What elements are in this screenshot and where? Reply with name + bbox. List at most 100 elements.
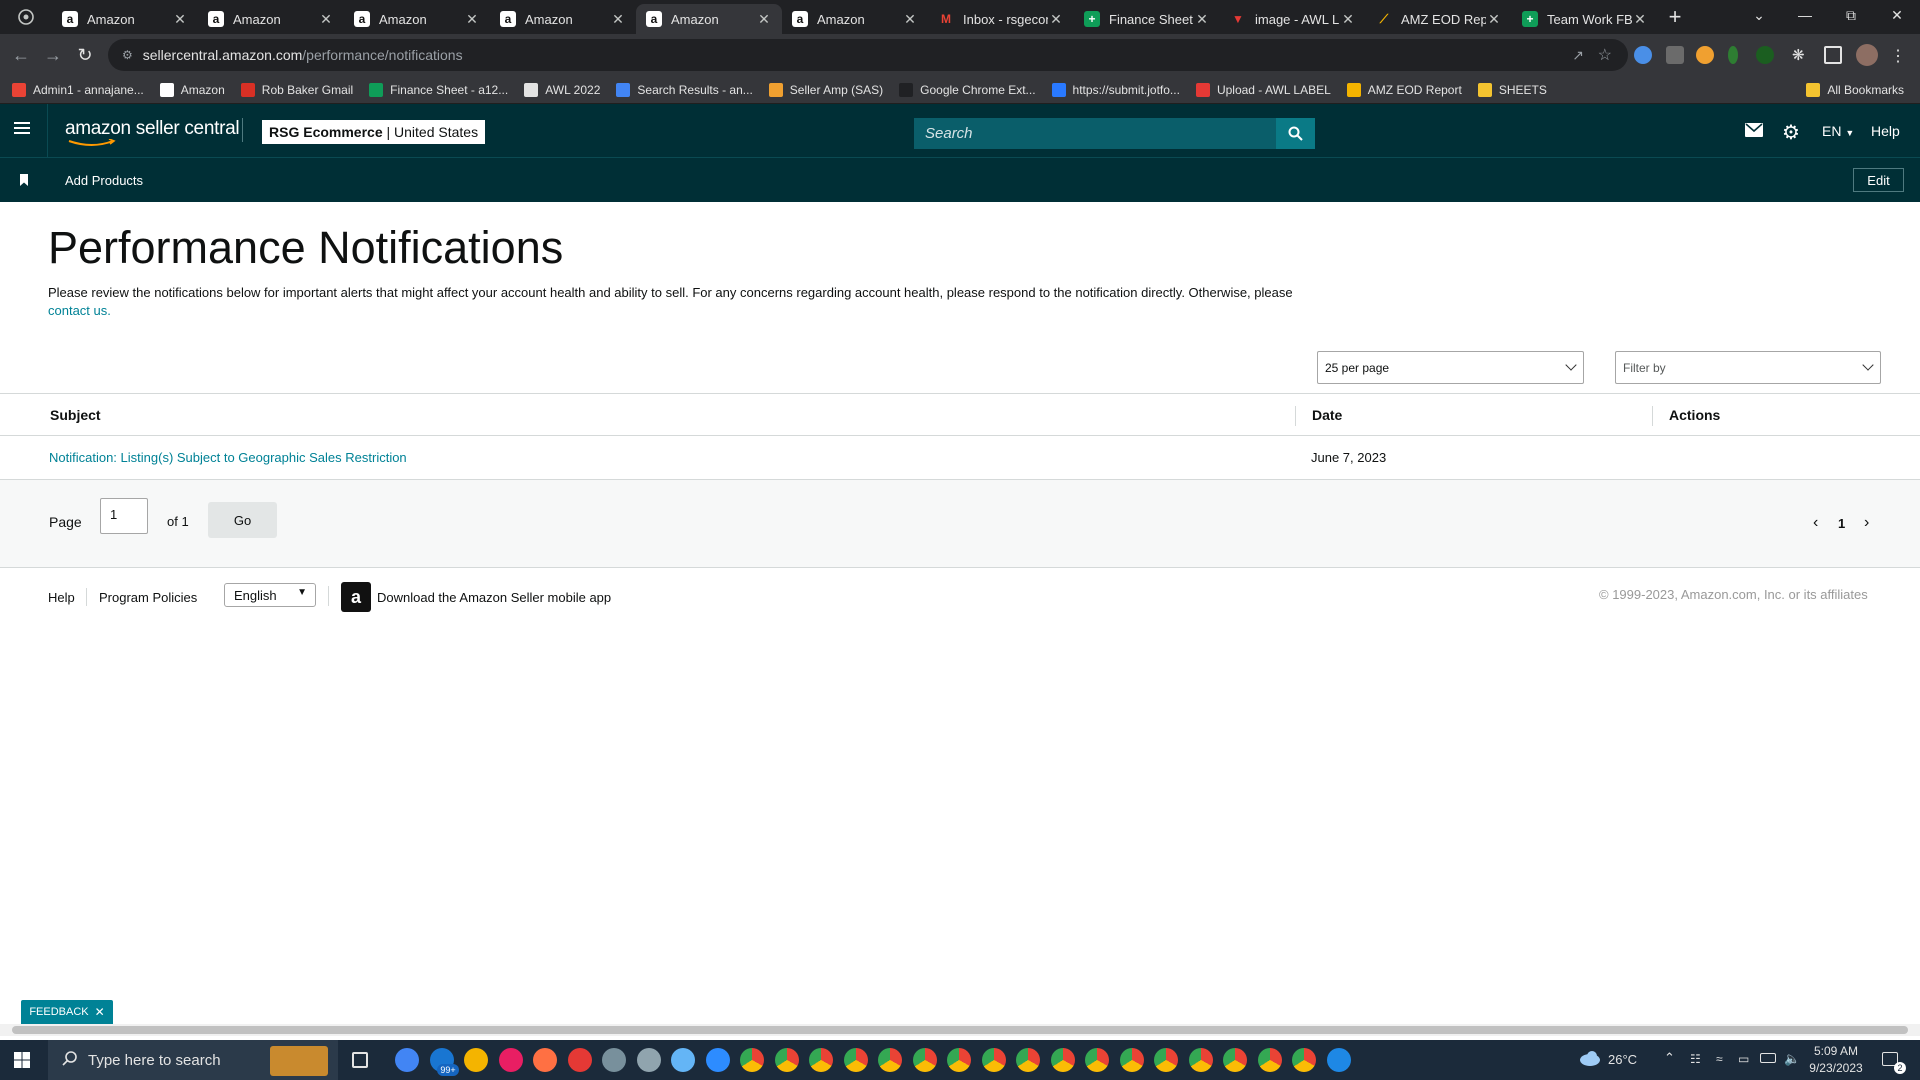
- scrollbar-thumb[interactable]: [12, 1026, 1908, 1034]
- close-tab-icon[interactable]: ✕: [1048, 11, 1064, 28]
- mail-icon[interactable]: [1745, 123, 1763, 140]
- back-arrow-icon[interactable]: ←: [8, 42, 34, 68]
- taskbar-app-icon[interactable]: [1050, 1048, 1075, 1072]
- seller-central-logo[interactable]: amazon seller central: [65, 118, 240, 146]
- bookmark-item[interactable]: Seller Amp (SAS): [768, 82, 883, 97]
- taskbar-app-icon[interactable]: [636, 1048, 661, 1072]
- taskbar-app-icon[interactable]: [1188, 1048, 1213, 1072]
- tab-list-chevron-icon[interactable]: ⌄: [1736, 0, 1782, 30]
- program-policies-link[interactable]: Program Policies: [99, 590, 197, 605]
- chevron-up-icon[interactable]: ⌃: [1664, 1050, 1675, 1066]
- taskbar-app-icon[interactable]: [464, 1048, 488, 1072]
- edit-button[interactable]: Edit: [1853, 168, 1904, 192]
- extension-icon[interactable]: [1634, 46, 1652, 64]
- extension-off-icon[interactable]: [1666, 46, 1684, 64]
- per-page-select[interactable]: 25 per page: [1317, 351, 1584, 384]
- browser-tab[interactable]: a Amazon ✕: [52, 4, 198, 34]
- windows-start-icon[interactable]: [14, 1052, 30, 1071]
- horizontal-scrollbar[interactable]: [0, 1024, 1920, 1036]
- extension-icon[interactable]: [1696, 46, 1714, 64]
- taskbar-app-icon[interactable]: [498, 1048, 523, 1072]
- taskbar-app-icon[interactable]: [705, 1048, 730, 1072]
- browser-tab[interactable]: ⟋ AMZ EOD Rep ✕: [1366, 4, 1512, 34]
- browser-tab[interactable]: a Amazon ✕: [344, 4, 490, 34]
- browser-tab[interactable]: M Inbox - rsgecon ✕: [928, 4, 1074, 34]
- browser-tab[interactable]: + Finance Sheet ✕: [1074, 4, 1220, 34]
- taskbar-app-icon[interactable]: [774, 1048, 799, 1072]
- page-number-input[interactable]: 1: [100, 498, 148, 534]
- hamburger-menu-icon[interactable]: [14, 120, 32, 139]
- bookmark-star-icon[interactable]: ☆: [1598, 45, 1612, 65]
- bookmark-icon[interactable]: [19, 174, 29, 189]
- help-link[interactable]: Help: [1871, 123, 1900, 139]
- notification-subject-link[interactable]: Notification: Listing(s) Subject to Geog…: [49, 450, 407, 465]
- browser-tab[interactable]: ▼ image - AWL L ✕: [1220, 4, 1366, 34]
- side-panel-icon[interactable]: [1824, 46, 1842, 64]
- kebab-menu-icon[interactable]: ⋮: [1890, 46, 1908, 65]
- restore-button[interactable]: ⧉: [1828, 0, 1874, 30]
- bookmark-item[interactable]: SHEETS: [1477, 82, 1547, 97]
- taskbar-app-icon[interactable]: [947, 1048, 971, 1072]
- minimize-button[interactable]: —: [1782, 0, 1828, 30]
- filter-by-select[interactable]: Filter by: [1615, 351, 1881, 384]
- go-button[interactable]: Go: [208, 502, 277, 538]
- close-tab-icon[interactable]: ✕: [610, 11, 626, 28]
- new-tab-button[interactable]: +: [1658, 0, 1692, 34]
- bookmark-item[interactable]: Search Results - an...: [616, 82, 753, 97]
- taskbar-app-icon[interactable]: [1292, 1048, 1316, 1072]
- taskbar-search-input[interactable]: Type here to search: [48, 1040, 338, 1080]
- taskbar-app-icon[interactable]: [878, 1048, 902, 1072]
- display-icon[interactable]: ▭: [1738, 1052, 1749, 1066]
- taskbar-app-icon[interactable]: [740, 1048, 764, 1072]
- download-app-link[interactable]: Download the Amazon Seller mobile app: [377, 590, 611, 605]
- close-tab-icon[interactable]: ✕: [756, 11, 772, 28]
- taskbar-app-icon[interactable]: [602, 1048, 626, 1072]
- taskbar-app-icon[interactable]: [395, 1048, 419, 1072]
- extension-icon[interactable]: [1728, 46, 1738, 64]
- search-input[interactable]: Search: [914, 118, 1276, 149]
- footer-help-link[interactable]: Help: [48, 590, 75, 605]
- browser-tab[interactable]: + Team Work FBA ✕: [1512, 4, 1658, 34]
- browser-tab[interactable]: a Amazon ✕: [636, 4, 782, 34]
- bookmark-item[interactable]: Finance Sheet - a12...: [369, 82, 508, 97]
- taskbar-app-icon[interactable]: [1223, 1048, 1247, 1072]
- weather-cloud-icon[interactable]: [1578, 1050, 1602, 1069]
- close-tab-icon[interactable]: ✕: [318, 11, 334, 28]
- page-1-link[interactable]: 1: [1838, 516, 1845, 531]
- taskbar-app-icon[interactable]: [1119, 1048, 1144, 1072]
- account-switcher[interactable]: RSG Ecommerce | United States: [262, 120, 486, 144]
- taskbar-app-icon[interactable]: [1326, 1048, 1351, 1072]
- close-tab-icon[interactable]: ✕: [464, 11, 480, 28]
- close-tab-icon[interactable]: ✕: [1632, 11, 1648, 28]
- close-tab-icon[interactable]: ✕: [1486, 11, 1502, 28]
- profile-avatar[interactable]: [1856, 44, 1878, 66]
- language-selector[interactable]: EN ▼: [1822, 123, 1854, 139]
- settings-gear-icon[interactable]: ⚙: [1782, 120, 1800, 145]
- tune-icon[interactable]: ⚙: [122, 48, 133, 62]
- taskbar-app-icon[interactable]: [843, 1048, 868, 1072]
- contact-us-link[interactable]: contact us.: [48, 303, 111, 318]
- close-tab-icon[interactable]: ✕: [902, 11, 918, 28]
- close-tab-icon[interactable]: ✕: [172, 11, 188, 28]
- taskbar-app-icon[interactable]: [981, 1048, 1006, 1072]
- taskbar-app-icon[interactable]: [1154, 1048, 1178, 1072]
- extension-icon[interactable]: [1756, 46, 1774, 64]
- close-tab-icon[interactable]: ✕: [1340, 11, 1356, 28]
- taskbar-app-icon[interactable]: [1257, 1048, 1282, 1072]
- chevron-left-icon[interactable]: ‹: [1813, 514, 1818, 532]
- forward-arrow-icon[interactable]: →: [40, 42, 66, 68]
- all-bookmarks[interactable]: All Bookmarks: [1806, 82, 1904, 97]
- taskbar-app-icon[interactable]: [809, 1048, 833, 1072]
- bookmark-item[interactable]: Rob Baker Gmail: [240, 82, 353, 97]
- address-bar[interactable]: ⚙ sellercentral.amazon.com/performance/n…: [108, 39, 1628, 71]
- tab-search-icon[interactable]: [0, 0, 52, 34]
- footer-language-select[interactable]: English ▼: [224, 583, 316, 607]
- bookmark-item[interactable]: https://submit.jotfo...: [1051, 82, 1180, 97]
- volume-icon[interactable]: 🔈: [1784, 1051, 1800, 1067]
- task-view-icon[interactable]: [352, 1052, 368, 1068]
- taskbar-app-icon[interactable]: [533, 1048, 557, 1072]
- wifi-icon[interactable]: ≈: [1716, 1052, 1723, 1066]
- taskbar-app-icon[interactable]: [671, 1048, 695, 1072]
- bookmark-item[interactable]: Google Chrome Ext...: [899, 82, 1036, 97]
- bookmark-item[interactable]: AWL 2022: [524, 82, 600, 97]
